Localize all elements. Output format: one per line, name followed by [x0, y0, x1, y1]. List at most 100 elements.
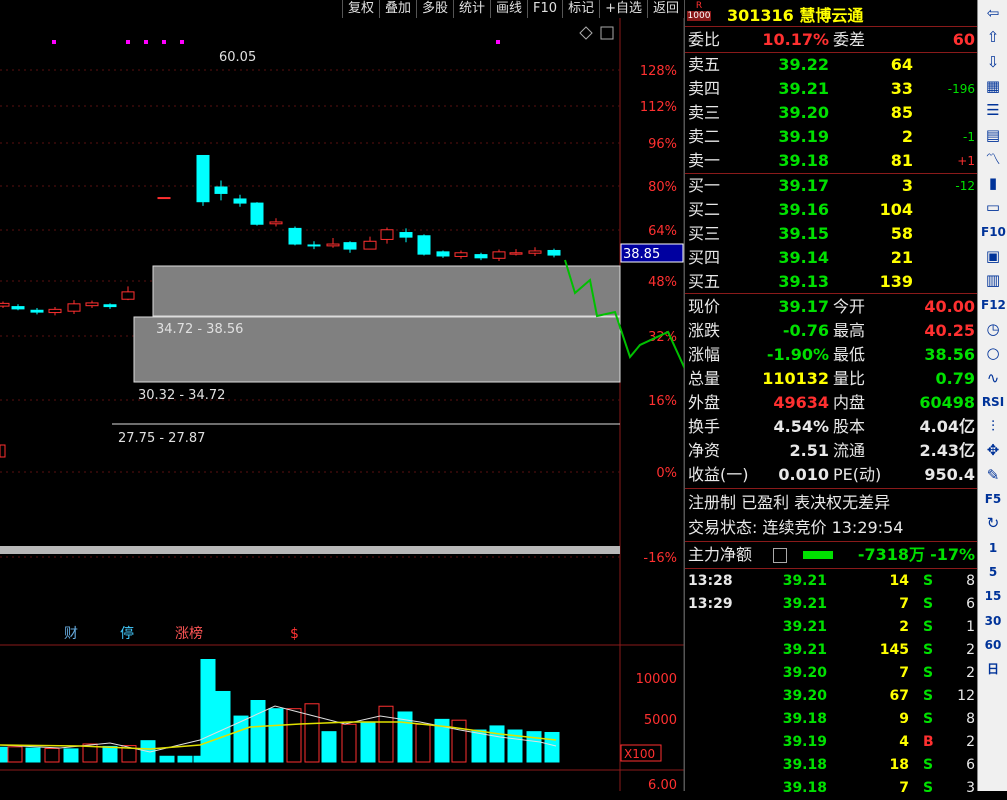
stat-value: 38.56 [924, 345, 975, 364]
stat-row-1: 涨跌 -0.76 最高 40.25 [685, 319, 977, 343]
stat-label: PE(动) [833, 465, 882, 484]
candle-icon[interactable]: ▮ [981, 172, 1005, 194]
tick-count: 2 [966, 665, 975, 681]
toolbar-button-7[interactable]: +自选 [599, 0, 647, 18]
period-button-日[interactable]: 日 [981, 658, 1005, 680]
tick-side: S [923, 688, 934, 704]
period-button-F12[interactable]: F12 [981, 294, 1006, 316]
doc-icon[interactable]: ▣ [981, 245, 1005, 267]
toolbar-button-6[interactable]: 标记 [562, 0, 600, 18]
volume-bar [286, 708, 302, 763]
line-chart-icon[interactable]: 〽 [981, 148, 1005, 170]
candle-body [0, 444, 6, 458]
kline-icon[interactable]: ⫶ [981, 415, 1005, 437]
stat-value: 0.010 [778, 465, 829, 484]
period-button-F10[interactable]: F10 [981, 221, 1006, 243]
tick-side: S [923, 596, 934, 612]
gap-zone-upper [152, 265, 621, 317]
right-toolbar: ⇦ ⇧ ⇩ ▦ ☰ ▤ 〽 ▮ ▭ F10 ▣ ▥ F12 ◷ ○ ∿ RSI ⫶ ✥ ✎ F5 ↻ 1 5 15 30 60 日 [977, 0, 1007, 791]
volume-bar [544, 731, 560, 763]
period-button-15[interactable]: 15 [981, 585, 1005, 607]
candle-body [474, 254, 488, 259]
refresh-icon[interactable]: ↻ [981, 512, 1005, 534]
event-marker: $ [290, 626, 299, 642]
wave-icon[interactable]: ∿ [981, 367, 1005, 389]
main-flow-row[interactable]: 主力净额 -7318万 -17% [685, 543, 977, 567]
list-icon[interactable]: ☰ [981, 99, 1005, 121]
event-marker: 涨榜 [175, 625, 203, 642]
down-arrow-icon[interactable]: ⇩ [981, 51, 1005, 73]
price-axis-label: -16% [643, 551, 677, 566]
news-icon[interactable]: ▭ [981, 196, 1005, 218]
bid-label: 买一 [688, 176, 721, 195]
stat-value: 2.43亿 [919, 441, 975, 460]
volume-bar [250, 700, 266, 763]
time-icon[interactable]: ◷ [981, 318, 1005, 340]
tick-side: S [923, 711, 934, 727]
period-button-5[interactable]: 5 [981, 561, 1005, 583]
ask-volume: 85 [890, 103, 913, 122]
toolbar-button-8[interactable]: 返回 [646, 0, 684, 18]
volume-bar [200, 659, 216, 763]
table-icon[interactable]: ▤ [981, 124, 1005, 146]
pen-icon[interactable]: ✎ [981, 464, 1005, 486]
tick-volume: 9 [899, 711, 909, 727]
toolbar-button-3[interactable]: 统计 [453, 0, 491, 18]
back-arrow-icon[interactable]: ⇦ [981, 2, 1005, 24]
volume-bar [25, 747, 41, 763]
candle-body [343, 242, 357, 250]
stat-label: 今开 [833, 297, 866, 316]
bottom-axis-label: 6.00 [648, 778, 677, 791]
stat-label: 涨幅 [688, 345, 721, 364]
stat-label: 涨跌 [688, 321, 721, 340]
period-button-F5[interactable]: F5 [981, 488, 1005, 510]
circle-icon[interactable]: ○ [981, 342, 1005, 364]
volume-bar [304, 703, 320, 763]
candle-body [196, 154, 210, 203]
move-icon[interactable]: ✥ [981, 439, 1005, 461]
tick-side: S [923, 642, 934, 658]
candle-body [436, 251, 450, 257]
period-button-60[interactable]: 60 [981, 634, 1005, 656]
toolbar-button-0[interactable]: 复权 [341, 0, 379, 18]
candle-body [492, 251, 506, 259]
toolbar-button-2[interactable]: 多股 [415, 0, 453, 18]
candle-body [103, 304, 117, 308]
stat-value: 60498 [919, 393, 975, 412]
ask-label: 卖一 [688, 151, 721, 170]
list-icon[interactable] [773, 548, 787, 563]
stock-header: R 1000 301316 慧博云通 [685, 0, 977, 27]
stat-value: 950.4 [924, 465, 975, 484]
period-button-30[interactable]: 30 [981, 610, 1005, 632]
toolbar-button-5[interactable]: F10 [527, 0, 563, 18]
ask-row-1: 卖四 39.21 33 -196 [685, 77, 977, 101]
finance-icon[interactable]: ▥ [981, 269, 1005, 291]
tick-price: 39.20 [782, 665, 827, 681]
weibi-row: 委比 10.17% 委差 60 [685, 28, 977, 52]
tick-side: S [923, 780, 934, 796]
ask-label: 卖三 [688, 103, 721, 122]
tick-volume: 7 [899, 596, 909, 612]
stock-code: 301316 [727, 6, 794, 25]
tick-price: 39.21 [782, 573, 827, 589]
stat-value: 4.04亿 [919, 417, 975, 436]
candle-body [214, 186, 228, 194]
bid-volume: 104 [879, 200, 913, 219]
period-button-RSI[interactable]: RSI [981, 391, 1005, 413]
period-button-1[interactable]: 1 [981, 537, 1005, 559]
up-arrow-icon[interactable]: ⇧ [981, 26, 1005, 48]
candle-body [11, 306, 25, 310]
kline-chart[interactable]: 128%112%96%80%64%48%32%16%0%-16%38.85 34… [0, 18, 684, 791]
toolbar-button-1[interactable]: 叠加 [378, 0, 416, 18]
bid-price: 39.17 [778, 176, 829, 195]
volume-bar [102, 745, 118, 763]
chart-icon[interactable]: ▦ [981, 75, 1005, 97]
tick-count: 3 [966, 780, 975, 796]
tick-count: 8 [966, 573, 975, 589]
price-axis-label: 16% [648, 394, 677, 409]
candle-body [454, 252, 468, 257]
toolbar-button-4[interactable]: 画线 [490, 0, 528, 18]
bid-change: -12 [955, 179, 975, 193]
stat-label: 收益(一) [688, 465, 749, 484]
candle-body [85, 302, 99, 307]
